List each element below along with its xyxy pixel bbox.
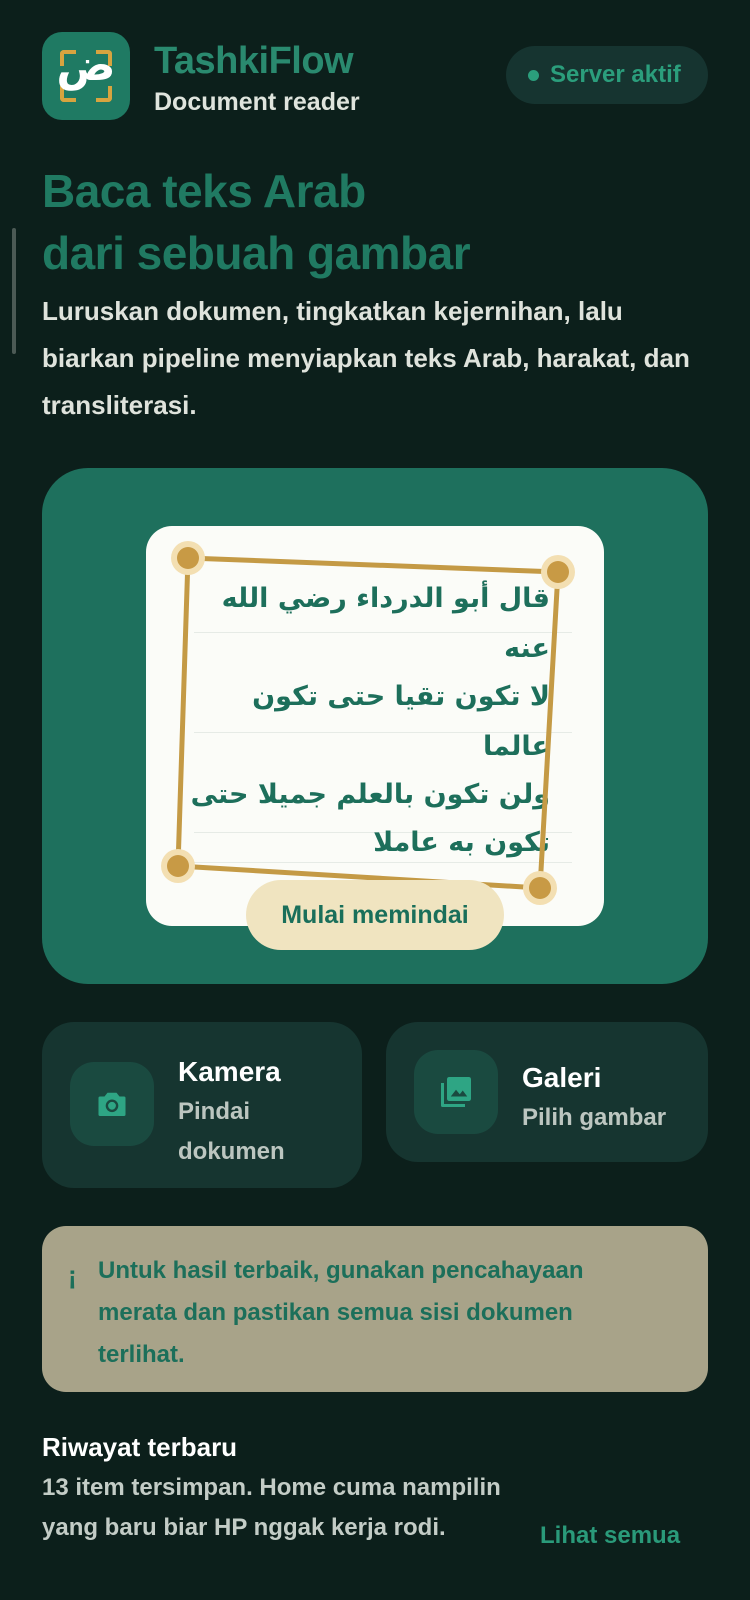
gallery-title: Galeri — [522, 1062, 602, 1093]
gallery-source-card[interactable]: Galeri Pilih gambar — [386, 1022, 708, 1162]
camera-icon-box — [70, 1062, 154, 1146]
tip-banner: ¡ Untuk hasil terbaik, gunakan pencahaya… — [42, 1226, 708, 1392]
server-status-label: Server aktif — [550, 61, 681, 88]
hero-description: Luruskan dokumen, tingkatkan kejernihan,… — [42, 296, 690, 420]
app-subtitle: Document reader — [154, 88, 360, 116]
logo-glyph: ض — [56, 40, 116, 91]
arabic-text-line: قال أبو الدرداء رضي الله عنه — [221, 583, 550, 664]
info-icon: ¡ — [68, 1260, 77, 1290]
start-scan-button[interactable]: Mulai memindai — [246, 880, 504, 950]
camera-icon — [98, 1092, 126, 1116]
arabic-text-line: لا تكون تقيا حتى تكون عالما — [252, 681, 550, 762]
camera-description: Pindai dokumen — [178, 1098, 285, 1165]
scan-preview-card: قال أبو الدرداء رضي الله عنه لا تكون تقي… — [42, 468, 708, 984]
scroll-indicator[interactable] — [12, 228, 16, 354]
hero-title-line-1: Baca teks Arab — [42, 165, 366, 217]
document-preview: قال أبو الدرداء رضي الله عنه لا تكون تقي… — [146, 526, 604, 926]
app-header: ض TashkiFlow Document reader Server akti… — [42, 32, 708, 122]
tip-text: Untuk hasil terbaik, gunakan pencahayaan… — [98, 1257, 584, 1368]
recent-history-description: 13 item tersimpan. Home cuma nampilin ya… — [42, 1474, 501, 1541]
camera-source-card[interactable]: Kamera Pindai dokumen — [42, 1022, 362, 1188]
arabic-text-line: تكون به عاملا — [373, 827, 550, 858]
see-all-link[interactable]: Lihat semua — [540, 1522, 680, 1550]
app-logo: ض — [42, 32, 130, 120]
camera-title: Kamera — [178, 1056, 281, 1087]
crop-handle-top-left[interactable] — [171, 541, 205, 575]
arabic-text-line: ولن تكون بالعلم جميلا حتى — [190, 779, 550, 810]
gallery-icon — [441, 1077, 471, 1107]
recent-history-title: Riwayat terbaru — [42, 1432, 238, 1462]
hero-title: Baca teks Arab dari sebuah gambar — [42, 160, 708, 284]
crop-handle-bottom-right[interactable] — [523, 871, 557, 905]
app-name: TashkiFlow — [154, 40, 354, 82]
server-status-badge[interactable]: Server aktif — [506, 46, 708, 104]
hero-title-line-2: dari sebuah gambar — [42, 227, 471, 279]
gallery-description: Pilih gambar — [522, 1104, 667, 1131]
status-dot-icon — [528, 70, 539, 81]
gallery-icon-box — [414, 1050, 498, 1134]
